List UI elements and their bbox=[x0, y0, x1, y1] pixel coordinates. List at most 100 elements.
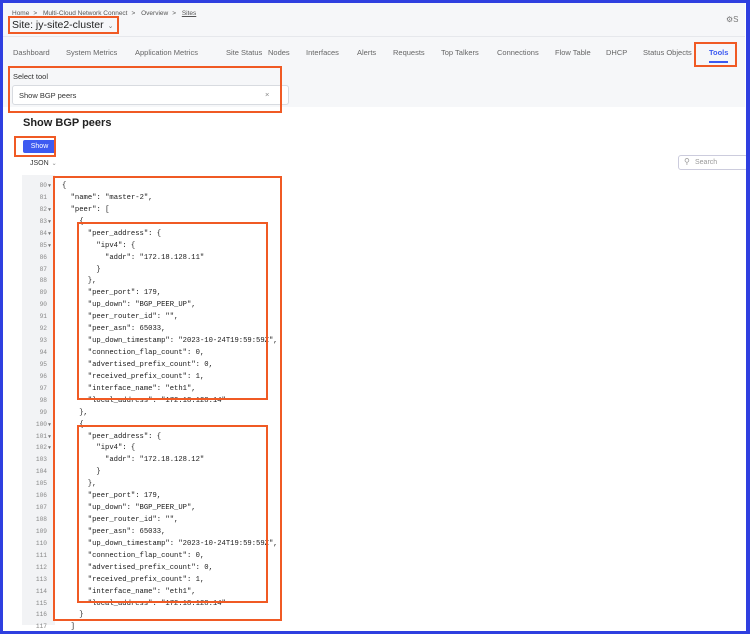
code-text: "peer_port": 179, bbox=[87, 289, 162, 298]
line-number: 99 bbox=[39, 408, 47, 416]
code-text: "advertised_prefix_count": 0, bbox=[87, 563, 213, 572]
line-number: 111 bbox=[35, 551, 47, 559]
search-icon: ⚲ bbox=[684, 157, 690, 166]
breadcrumb: Home > Multi-Cloud Network Connect > Overv… bbox=[12, 10, 200, 17]
fold-toggle-icon[interactable]: ▼ bbox=[48, 228, 51, 240]
line-number: 95 bbox=[39, 360, 47, 368]
settings-icon[interactable]: ⚙S bbox=[726, 15, 739, 24]
select-tool-dropdown[interactable]: Show BGP peers × bbox=[12, 85, 289, 105]
line-number: 112 bbox=[35, 563, 47, 571]
format-select-value: JSON bbox=[30, 160, 49, 167]
tab-site-status[interactable]: Site Status bbox=[226, 48, 262, 57]
code-text: "received_prefix_count": 1, bbox=[87, 575, 205, 584]
line-number: 80 bbox=[39, 182, 47, 189]
code-text: { bbox=[79, 217, 84, 226]
fold-toggle-icon[interactable]: ▼ bbox=[48, 216, 51, 228]
site-title: Site: jy-site2-cluster bbox=[12, 19, 104, 31]
code-text: } bbox=[96, 265, 101, 274]
clear-icon[interactable]: × bbox=[265, 90, 269, 99]
chevron-down-icon: ⌄ bbox=[51, 161, 57, 167]
breadcrumb-sites[interactable]: Sites bbox=[182, 10, 196, 17]
line-number: 93 bbox=[39, 337, 47, 345]
code-text: "local_address": "172.18.128.14" bbox=[87, 599, 226, 608]
tab-flow-table[interactable]: Flow Table bbox=[555, 48, 591, 57]
search-input[interactable]: ⚲ Search bbox=[678, 155, 748, 170]
tab-nodes[interactable]: Nodes bbox=[268, 48, 290, 57]
line-number: 91 bbox=[39, 313, 47, 321]
line-number: 114 bbox=[35, 587, 47, 595]
tab-system-metrics[interactable]: System Metrics bbox=[66, 48, 117, 57]
line-number: 116 bbox=[35, 611, 47, 619]
fold-toggle-icon[interactable]: ▼ bbox=[48, 204, 51, 216]
line-number: 84 bbox=[39, 229, 47, 237]
tab-top-talkers[interactable]: Top Talkers bbox=[441, 48, 479, 57]
site-selector[interactable]: Site: jy-site2-cluster ⌄ bbox=[12, 19, 113, 31]
code-text: { bbox=[62, 182, 67, 190]
code-text: "local_address": "172.18.128.14" bbox=[87, 396, 226, 405]
line-number: 81 bbox=[39, 193, 47, 201]
line-number: 108 bbox=[35, 516, 47, 524]
breadcrumb-mcn[interactable]: Multi-Cloud Network Connect bbox=[43, 10, 128, 17]
code-text: "up_down_timestamp": "2023-10-24T19:59:5… bbox=[87, 337, 278, 346]
code-text: { bbox=[79, 420, 84, 429]
line-number: 100 bbox=[35, 420, 47, 428]
json-code-editor[interactable]: 80 ▼{81 "name": "master-2", 82 ▼ "peer": [83 ▼… bbox=[0, 175, 300, 632]
tab-interfaces[interactable]: Interfaces bbox=[306, 48, 339, 57]
select-tool-value: Show BGP peers bbox=[19, 91, 77, 100]
code-text: "connection_flap_count": 0, bbox=[87, 551, 205, 560]
tab-dashboard[interactable]: Dashboard bbox=[13, 48, 50, 57]
divider bbox=[3, 36, 745, 37]
tab-connections[interactable]: Connections bbox=[497, 48, 539, 57]
code-text: "ipv4": { bbox=[96, 241, 136, 250]
show-button[interactable]: Show bbox=[23, 140, 56, 153]
code-text: "peer_router_id": "", bbox=[87, 516, 179, 525]
code-text: "received_prefix_count": 1, bbox=[87, 372, 205, 381]
code-text: "advertised_prefix_count": 0, bbox=[87, 360, 213, 369]
breadcrumb-separator: > bbox=[172, 10, 176, 17]
line-number: 104 bbox=[35, 468, 47, 476]
format-select[interactable]: JSON ⌄ bbox=[30, 160, 57, 167]
search-placeholder: Search bbox=[695, 159, 718, 166]
fold-toggle-icon[interactable]: ▼ bbox=[48, 180, 51, 192]
tab-alerts[interactable]: Alerts bbox=[357, 48, 376, 57]
code-text: }, bbox=[79, 408, 88, 417]
breadcrumb-home[interactable]: Home bbox=[12, 10, 29, 17]
line-number: 102 bbox=[35, 444, 47, 452]
code-text: "peer": [ bbox=[70, 205, 110, 214]
line-number: 85 bbox=[39, 241, 47, 249]
code-text: }, bbox=[87, 277, 97, 286]
fold-toggle-icon[interactable]: ▼ bbox=[48, 240, 51, 252]
line-number: 88 bbox=[39, 277, 47, 285]
code-text: } bbox=[96, 468, 101, 477]
line-number: 96 bbox=[39, 372, 47, 380]
fold-toggle-icon[interactable]: ▼ bbox=[48, 431, 51, 443]
select-tool-label: Select tool bbox=[13, 72, 49, 81]
fold-toggle-icon[interactable]: ▼ bbox=[48, 442, 51, 454]
tab-tools[interactable]: Tools bbox=[709, 48, 729, 63]
breadcrumb-separator: > bbox=[131, 10, 136, 17]
tab-requests[interactable]: Requests bbox=[393, 48, 425, 57]
code-text: "connection_flap_count": 0, bbox=[87, 349, 205, 358]
line-number: 90 bbox=[39, 301, 47, 309]
line-number: 83 bbox=[39, 217, 47, 225]
breadcrumb-overview[interactable]: Overview bbox=[141, 10, 168, 17]
line-number: 109 bbox=[35, 527, 47, 535]
fold-toggle-icon[interactable]: ▼ bbox=[48, 419, 51, 431]
breadcrumb-separator: > bbox=[33, 10, 38, 17]
code-text: "up_down": "BGP_PEER_UP", bbox=[87, 301, 196, 310]
line-number: 97 bbox=[39, 384, 47, 392]
code-text: ] bbox=[70, 623, 75, 632]
code-text: } bbox=[79, 611, 84, 620]
code-text: }, bbox=[87, 480, 97, 489]
tab-dhcp[interactable]: DHCP bbox=[606, 48, 627, 57]
code-text: "peer_asn": 65033, bbox=[87, 527, 166, 536]
line-number: 92 bbox=[39, 325, 47, 333]
code-text: "peer_address": { bbox=[87, 229, 162, 238]
line-number: 107 bbox=[35, 504, 47, 512]
tab-application-metrics[interactable]: Application Metrics bbox=[135, 48, 198, 57]
line-number: 98 bbox=[39, 396, 47, 404]
tab-status-objects[interactable]: Status Objects bbox=[643, 48, 692, 57]
code-text: "up_down": "BGP_PEER_UP", bbox=[87, 504, 196, 513]
line-number: 115 bbox=[35, 599, 47, 607]
line-number: 110 bbox=[35, 539, 47, 547]
